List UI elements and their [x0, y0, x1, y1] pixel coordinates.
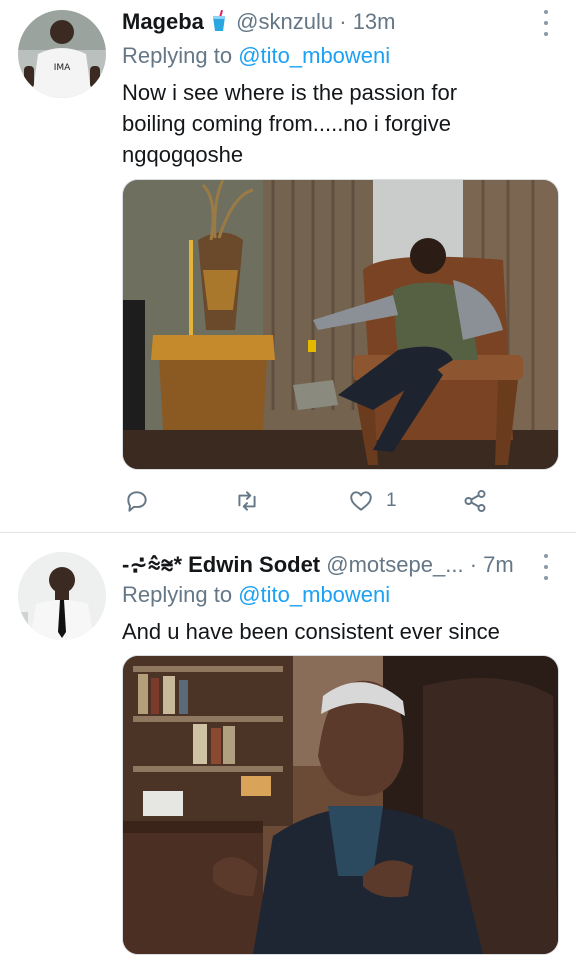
- heart-icon: [350, 491, 372, 511]
- tweet-text-line: boiling coming from.....no i forgive: [122, 111, 451, 136]
- share-icon: [464, 489, 486, 513]
- tweet-text: Now i see where is the passion for boili…: [122, 77, 542, 170]
- reply-icon: [127, 491, 147, 512]
- tweet-text-line: Now i see where is the passion for: [122, 80, 458, 105]
- tweet-text-line: ngqogqoshe: [122, 142, 244, 167]
- tweet-header: Mageba @sknzulu · 13m: [122, 7, 536, 37]
- like-button[interactable]: 1: [348, 484, 397, 518]
- retweet-button[interactable]: [234, 484, 260, 518]
- timestamp[interactable]: 13m: [353, 9, 396, 34]
- separator-dot: ·: [469, 552, 478, 577]
- avatar[interactable]: IMA: [18, 10, 106, 98]
- photo-elderly-man-gesturing: [123, 656, 558, 954]
- timestamp[interactable]: 7m: [483, 552, 514, 577]
- tweet-text: And u have been consistent ever since: [122, 616, 542, 647]
- replying-to: Replying to @tito_mboweni: [122, 41, 390, 71]
- reply-mention-link[interactable]: @tito_mboweni: [238, 582, 390, 607]
- share-button[interactable]: [462, 484, 488, 518]
- like-count: 1: [386, 490, 397, 511]
- avatar-photo: IMA: [18, 10, 106, 98]
- display-name[interactable]: Mageba: [122, 9, 204, 34]
- reply-mention-link[interactable]: @tito_mboweni: [238, 43, 390, 68]
- tweet-media-photo[interactable]: [122, 655, 559, 955]
- photo-man-in-armchair: [123, 180, 558, 469]
- replying-to: Replying to @tito_mboweni: [122, 580, 390, 610]
- retweet-icon: [238, 491, 256, 511]
- tweet-card[interactable]: -⩫⩯⩬* Edwin Sodet @motsepe_... · 7m Repl…: [0, 532, 576, 955]
- separator-dot: ·: [339, 9, 347, 34]
- avatar[interactable]: [18, 552, 106, 640]
- tweet-text-line: And u have been consistent ever since: [122, 619, 500, 644]
- tweet-actions: 1: [122, 484, 522, 518]
- more-options-icon[interactable]: [540, 554, 552, 580]
- avatar-photo: [18, 552, 106, 640]
- shirt-print: IMA: [54, 63, 71, 73]
- cup-emoji-icon: [213, 10, 226, 32]
- tweet-card[interactable]: IMA Mageba @sknzulu · 13m Replying to @t…: [0, 0, 576, 532]
- more-options-icon[interactable]: [540, 10, 552, 36]
- reply-button[interactable]: [124, 484, 150, 518]
- user-handle[interactable]: @sknzulu: [236, 9, 333, 34]
- replying-to-label: Replying to: [122, 582, 233, 607]
- user-handle[interactable]: @motsepe_...: [326, 552, 463, 577]
- replying-to-label: Replying to: [122, 43, 233, 68]
- tweet-header: -⩫⩯⩬* Edwin Sodet @motsepe_... · 7m: [122, 550, 536, 580]
- tweet-media-photo[interactable]: [122, 179, 559, 470]
- display-name[interactable]: -⩫⩯⩬* Edwin Sodet: [122, 552, 320, 577]
